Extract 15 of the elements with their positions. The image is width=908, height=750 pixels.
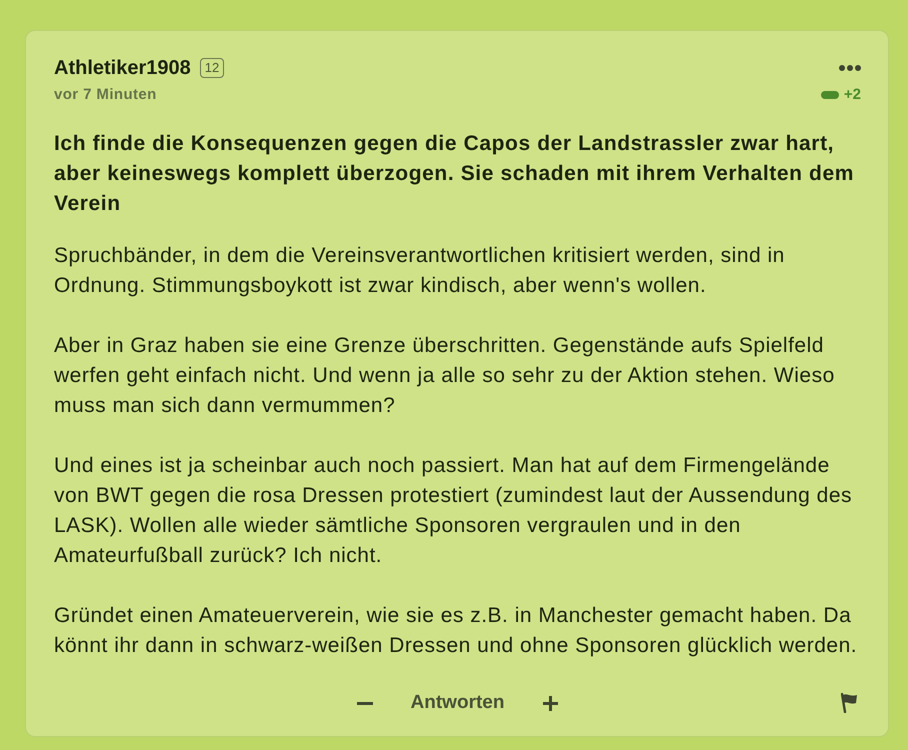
flag-icon: [840, 693, 858, 713]
user-level-badge: 12: [200, 58, 224, 78]
comment-title: Ich finde die Konsequenzen gegen die Capos der Landstrassler zwar hart, aber keineswegs komplett überzogen. Sie schaden mit ihrem Verhalten dem Verein: [54, 131, 856, 217]
rating-score: +2: [844, 85, 861, 105]
comment-paragraph: Aber in Graz haben sie eine Grenze überschritten. Gegenstände aufs Spielfeld werfen geht einfach nicht. Und wenn ja alle so sehr zu der Aktion stehen. Wieso muss man sich dann vermummen?: [54, 333, 836, 419]
post-time: vor 7 Minuten: [54, 85, 158, 105]
reply-button[interactable]: Antworten: [406, 690, 508, 716]
author-name[interactable]: Athletiker1908: [54, 55, 191, 81]
comment-paragraph: Gründet einen Amateuerverein, wie sie es z.B. in Manchester gemacht haben. Da könnt ihr dann in schwarz-weißen Dressen und ohne Sponsoren glücklich werden.: [54, 603, 858, 659]
plus-icon: [542, 696, 558, 710]
more-options-icon: [839, 65, 861, 71]
rating-bar-icon: [820, 91, 839, 99]
comment-paragraph: Und eines ist ja scheinbar auch noch passiert. Man hat auf dem Firmengelände von BWT gegen die rosa Dressen protestiert (zumindest laut der Aussendung des LASK). Wollen alle wieder sämtliche Sponsoren vergraulen und in den Amateurfußball zurück? Ich nicht.: [54, 453, 854, 569]
comment-paragraph: Spruchbänder, in dem die Vereinsverantwortlichen kritisiert werden, sind in Ordnung. Stimmungsboykott ist zwar kindisch, aber wenn's wollen.: [54, 243, 786, 299]
minus-icon: [356, 702, 373, 704]
